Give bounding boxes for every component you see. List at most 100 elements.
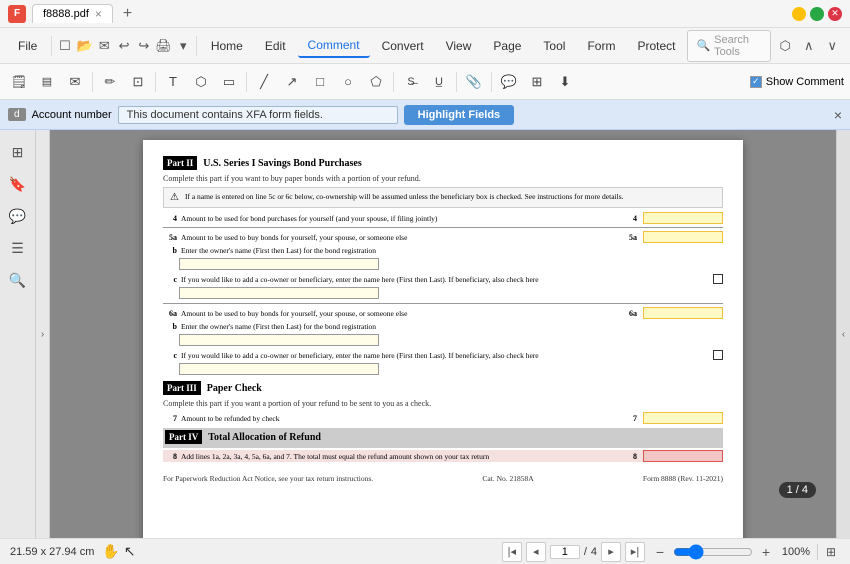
tab-title: f8888.pdf bbox=[43, 8, 89, 20]
line-7-amount-field[interactable] bbox=[643, 412, 723, 424]
page-number-input[interactable] bbox=[550, 545, 580, 559]
sticky-note-btn[interactable]: 🗒 bbox=[6, 69, 32, 95]
zoom-level-label: 100% bbox=[779, 546, 813, 558]
page-slash: / bbox=[584, 546, 587, 558]
import-btn[interactable]: ⬇ bbox=[552, 69, 578, 95]
line-4-amount-field[interactable] bbox=[643, 212, 723, 224]
tab-close-btn[interactable]: × bbox=[95, 7, 102, 21]
sidebar-comment-btn[interactable]: 💬 bbox=[4, 202, 32, 230]
line-6c-checkbox[interactable] bbox=[713, 350, 723, 360]
zoom-in-btn[interactable]: + bbox=[757, 543, 775, 561]
toolbar-undo[interactable]: ↩ bbox=[115, 34, 133, 58]
line-7-row: 7 Amount to be refunded by check 7 bbox=[163, 412, 723, 424]
separator-2 bbox=[163, 303, 723, 304]
line-5a-row: 5a Amount to be used to buy bonds for yo… bbox=[163, 231, 723, 243]
line-5a-amount-field[interactable] bbox=[643, 231, 723, 243]
highlight-text-btn[interactable]: ▤ bbox=[34, 69, 60, 95]
menu-home[interactable]: Home bbox=[201, 35, 253, 57]
close-btn[interactable]: ✕ bbox=[828, 7, 842, 21]
menu-protect[interactable]: Protect bbox=[627, 35, 685, 57]
show-comment-checkbox-label[interactable]: ✓ Show Comment bbox=[750, 76, 844, 88]
polygon-btn[interactable]: ⬠ bbox=[363, 69, 389, 95]
menu-comment[interactable]: Comment bbox=[298, 34, 370, 58]
notif-field-label: Account number bbox=[32, 109, 112, 121]
line-5c-row: c If you would like to add a co-owner or… bbox=[163, 274, 723, 284]
line-5b-field[interactable] bbox=[179, 258, 379, 270]
arrow-btn[interactable]: ↗ bbox=[279, 69, 305, 95]
line-5c-label: If you would like to add a co-owner or b… bbox=[181, 275, 709, 284]
toolbar-print[interactable]: 🖨 bbox=[155, 34, 173, 58]
dimensions-text: 21.59 x 27.94 cm bbox=[10, 546, 94, 558]
prev-page-btn[interactable]: ◂ bbox=[526, 542, 546, 562]
main-content: ⊞ 🔖 💬 ☰ 🔍 › Part II U.S. Series I Saving… bbox=[0, 130, 850, 538]
line-6c-row: c If you would like to add a co-owner or… bbox=[163, 350, 723, 360]
pencil-btn[interactable]: ✏ bbox=[97, 69, 123, 95]
line-5c-field[interactable] bbox=[179, 287, 379, 299]
expand-comment-btn[interactable]: ⊞ bbox=[524, 69, 550, 95]
menu-edit[interactable]: Edit bbox=[255, 35, 296, 57]
underline-btn[interactable]: U̲ bbox=[426, 69, 452, 95]
external-link-btn[interactable]: ⬡ bbox=[775, 34, 795, 58]
line-8-amount-field[interactable] bbox=[643, 450, 723, 462]
menu-view[interactable]: View bbox=[436, 35, 482, 57]
new-tab-btn[interactable]: + bbox=[119, 5, 136, 23]
oval-btn[interactable]: ○ bbox=[335, 69, 361, 95]
line-6c-field[interactable] bbox=[179, 363, 379, 375]
strikeout-btn[interactable]: S̶ bbox=[398, 69, 424, 95]
toolbar-redo[interactable]: ↪ bbox=[135, 34, 153, 58]
toolbar-dropdown[interactable]: ▾ bbox=[174, 34, 192, 58]
manage-comment-btn[interactable]: 💬 bbox=[496, 69, 522, 95]
app-tab[interactable]: f8888.pdf × bbox=[32, 4, 113, 23]
menu-page[interactable]: Page bbox=[483, 35, 531, 57]
callout-btn[interactable]: ⬡ bbox=[188, 69, 214, 95]
chevron-down-btn[interactable]: ∨ bbox=[823, 34, 843, 58]
arrow-cursor-icon: ↖ bbox=[124, 543, 136, 560]
comment-toolbar: 🗒 ▤ ✉ ✏ ⊡ T ⬡ ▭ ╱ ↗ □ ○ ⬠ S̶ U̲ 📎 💬 ⊞ ⬇ … bbox=[0, 64, 850, 100]
highlight-fields-btn[interactable]: Highlight Fields bbox=[404, 105, 515, 125]
zoom-out-btn[interactable]: − bbox=[651, 543, 669, 561]
toolbar-new[interactable]: ☐ bbox=[56, 34, 74, 58]
line-btn[interactable]: ╱ bbox=[251, 69, 277, 95]
toolbar-email[interactable]: ✉ bbox=[96, 34, 114, 58]
search-tools-input[interactable]: 🔍 Search Tools bbox=[687, 30, 771, 62]
menu-convert[interactable]: Convert bbox=[372, 35, 434, 57]
sidebar-expand-btn[interactable]: › bbox=[36, 130, 50, 538]
minimize-btn[interactable] bbox=[792, 7, 806, 21]
right-panel-expand-btn[interactable]: ‹ bbox=[836, 130, 850, 538]
sidebar-bookmark-btn[interactable]: 🔖 bbox=[4, 170, 32, 198]
chevron-up-btn[interactable]: ∧ bbox=[799, 34, 819, 58]
toolbar-sep-1 bbox=[92, 72, 93, 92]
line-6b-field[interactable] bbox=[179, 334, 379, 346]
first-page-btn[interactable]: |◂ bbox=[502, 542, 522, 562]
line-6b-num: b bbox=[163, 322, 177, 331]
notification-close-btn[interactable]: × bbox=[834, 107, 842, 123]
part-iv-label: Part IV bbox=[165, 430, 202, 444]
attach-btn[interactable]: 📎 bbox=[461, 69, 487, 95]
eraser-btn[interactable]: ⊡ bbox=[125, 69, 151, 95]
sidebar-form-btn[interactable]: ☰ bbox=[4, 234, 32, 262]
next-page-btn[interactable]: ▸ bbox=[601, 542, 621, 562]
text-box-btn[interactable]: ▭ bbox=[216, 69, 242, 95]
zoom-slider[interactable] bbox=[673, 544, 753, 560]
sidebar-thumbnail-btn[interactable]: ⊞ bbox=[4, 138, 32, 166]
rect-btn[interactable]: □ bbox=[307, 69, 333, 95]
menu-form[interactable]: Form bbox=[577, 35, 625, 57]
menu-tool[interactable]: Tool bbox=[533, 35, 575, 57]
stamp-btn[interactable]: ✉ bbox=[62, 69, 88, 95]
part-iv-title: Total Allocation of Refund bbox=[208, 432, 321, 443]
fit-page-btn[interactable]: ⊞ bbox=[822, 543, 840, 561]
line-5b-num: b bbox=[163, 246, 177, 255]
sidebar-search-btn[interactable]: 🔍 bbox=[4, 266, 32, 294]
line-6a-amount-field[interactable] bbox=[643, 307, 723, 319]
text-btn[interactable]: T bbox=[160, 69, 186, 95]
show-comment-area: ✓ Show Comment bbox=[750, 76, 844, 88]
menu-file[interactable]: File bbox=[8, 35, 47, 57]
part-iii-title: Paper Check bbox=[207, 383, 262, 394]
toolbar-open[interactable]: 📂 bbox=[76, 34, 94, 58]
restore-btn[interactable] bbox=[810, 7, 824, 21]
last-page-btn[interactable]: ▸| bbox=[625, 542, 645, 562]
show-comment-checkbox[interactable]: ✓ bbox=[750, 76, 762, 88]
notif-message: This document contains XFA form fields. bbox=[118, 106, 398, 124]
line-5a-label: Amount to be used to buy bonds for yours… bbox=[181, 233, 625, 242]
line-5c-checkbox[interactable] bbox=[713, 274, 723, 284]
